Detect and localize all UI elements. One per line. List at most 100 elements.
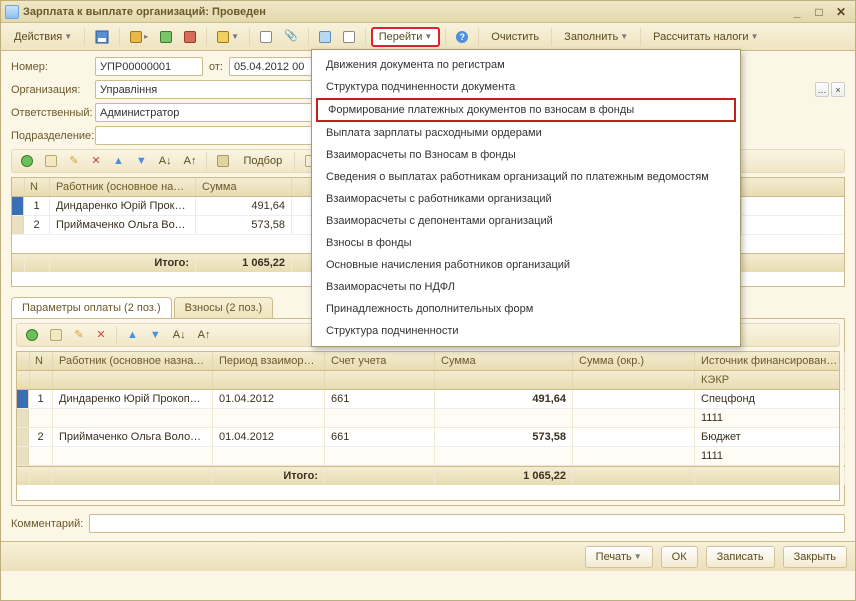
pencil-icon: ✎ [69, 156, 78, 167]
g2-add-button[interactable] [21, 325, 43, 345]
sort-asc-button[interactable]: A↓ [154, 151, 177, 171]
menu-item[interactable]: Формирование платежных документов по взн… [316, 98, 736, 122]
actions-menu-button[interactable]: Действия▼ [7, 27, 79, 47]
close-window-button[interactable]: ✕ [831, 4, 851, 20]
g2-col-src[interactable]: Источник финансирования [695, 352, 845, 370]
g2-col-emp[interactable]: Работник (основное назначение) [53, 352, 213, 370]
cell-employee: Диндаренко Юрій Прокоп... [50, 197, 196, 215]
total-label: Итого: [50, 254, 196, 272]
date-label: от: [209, 61, 223, 73]
g2-edit-button[interactable]: ✎ [69, 325, 89, 345]
cell-acc: 661 [325, 428, 435, 446]
basis-icon-button[interactable]: ▼ [212, 27, 244, 47]
g2-copy-button[interactable] [45, 325, 67, 345]
org-clear-button[interactable]: × [831, 82, 845, 97]
pick-button[interactable]: Подбор [236, 151, 289, 171]
close-button[interactable]: Закрыть [783, 546, 847, 568]
menu-item[interactable]: Структура подчиненности документа [312, 76, 740, 98]
menu-item[interactable]: Принадлежность дополнительных форм [312, 298, 740, 320]
g2-sort-desc-button[interactable]: A↑ [193, 325, 216, 345]
col-employee[interactable]: Работник (основное назн... [50, 178, 196, 196]
print-button[interactable]: Печать▼ [585, 546, 653, 568]
up-icon: ▲ [113, 156, 124, 167]
g2-total-label: Итого: [213, 467, 325, 485]
report-icon [260, 31, 272, 43]
fill-menu-button[interactable]: Заполнить▼ [557, 27, 635, 47]
post-icon-button[interactable] [155, 27, 177, 47]
comment-field[interactable] [89, 514, 845, 533]
cell-sum: 573,58 [435, 428, 573, 446]
menu-item[interactable]: Структура подчиненности [312, 320, 740, 342]
menu-item[interactable]: Взаиморасчеты с работниками организаций [312, 188, 740, 210]
save-button[interactable]: Записать [706, 546, 775, 568]
delete-row-button[interactable]: ✕ [86, 151, 106, 171]
g2-col-sum[interactable]: Сумма [435, 352, 573, 370]
cell-n: 1 [24, 197, 50, 215]
report-icon-button[interactable] [255, 27, 277, 47]
up-icon: ▲ [127, 330, 138, 341]
form-icon-button[interactable] [314, 27, 336, 47]
app-window: Зарплата к выплате организаций: Проведен… [0, 0, 856, 601]
org-select-button[interactable]: … [815, 82, 829, 97]
move-down-button[interactable]: ▼ [131, 151, 152, 171]
g2-col-acc[interactable]: Счет учета [325, 352, 435, 370]
table-subrow[interactable]: 1111 [17, 447, 839, 466]
move-up-button[interactable]: ▲ [108, 151, 129, 171]
goto-menu-button[interactable]: Перейти▼ [371, 27, 441, 47]
table-subrow[interactable]: 1111 [17, 409, 839, 428]
g2-col-period[interactable]: Период взаиморасчетов [213, 352, 325, 370]
table-row[interactable]: 2Приймаченко Ольга Володимирівна01.04.20… [17, 428, 839, 447]
floppy-icon [95, 30, 109, 44]
col-sum[interactable]: Сумма [196, 178, 292, 196]
maximize-button[interactable]: □ [809, 4, 829, 20]
row-marker [17, 428, 29, 446]
g2-sort-asc-button[interactable]: A↓ [168, 325, 191, 345]
col-n[interactable]: N [24, 178, 50, 196]
calc-taxes-menu-button[interactable]: Рассчитать налоги▼ [646, 27, 765, 47]
row-marker [12, 197, 24, 215]
menu-item[interactable]: Взаиморасчеты по Взносам в фонды [312, 144, 740, 166]
menu-item[interactable]: Взаиморасчеты по НДФЛ [312, 276, 740, 298]
tab-contrib[interactable]: Взносы (2 поз.) [174, 297, 274, 318]
unpost-icon-button[interactable] [179, 27, 201, 47]
ledger-icon-button[interactable]: ▸ [125, 27, 153, 47]
g2-delete-button[interactable]: ✕ [91, 325, 111, 345]
question-icon: ? [456, 31, 468, 43]
edit-row-button[interactable]: ✎ [64, 151, 84, 171]
ok-button[interactable]: ОК [661, 546, 698, 568]
g2-up-button[interactable]: ▲ [122, 325, 143, 345]
menu-item[interactable]: Основные начисления работников организац… [312, 254, 740, 276]
sort-desc-button[interactable]: A↑ [179, 151, 202, 171]
pick-icon-button[interactable] [212, 151, 234, 171]
g2-col-kekr[interactable]: КЭКР [695, 371, 845, 389]
add-row-button[interactable] [16, 151, 38, 171]
attach-icon-button[interactable]: 📎 [279, 27, 303, 47]
minimize-button[interactable]: _ [787, 4, 807, 20]
g2-col-n[interactable]: N [29, 352, 53, 370]
menu-item[interactable]: Взносы в фонды [312, 232, 740, 254]
copy-row-button[interactable] [40, 151, 62, 171]
number-label: Номер: [11, 61, 89, 73]
copy-icon [45, 155, 57, 167]
plus-icon [21, 155, 33, 167]
copy-icon [50, 329, 62, 341]
clear-button[interactable]: Очистить [484, 27, 546, 47]
menu-item[interactable]: Выплата зарплаты расходными ордерами [312, 122, 740, 144]
menu-item[interactable]: Взаиморасчеты с депонентами организаций [312, 210, 740, 232]
cell-n: 2 [29, 428, 53, 446]
save-icon-button[interactable] [90, 27, 114, 47]
dept-label: Подразделение: [11, 130, 89, 142]
cell-acc: 661 [325, 390, 435, 408]
cell-n: 1 [29, 390, 53, 408]
number-field[interactable]: УПР00000001 [95, 57, 203, 76]
g2-down-button[interactable]: ▼ [145, 325, 166, 345]
tab-params[interactable]: Параметры оплаты (2 поз.) [11, 297, 172, 318]
help-icon-button[interactable]: ? [451, 27, 473, 47]
table-row[interactable]: 1Диндаренко Юрій Прокопович01.04.2012661… [17, 390, 839, 409]
list-icon-button[interactable] [338, 27, 360, 47]
g2-col-sumr[interactable]: Сумма (окр.) [573, 352, 695, 370]
menu-item[interactable]: Движения документа по регистрам [312, 54, 740, 76]
comment-label: Комментарий: [11, 518, 83, 530]
sort-desc-icon: A↑ [198, 330, 211, 341]
menu-item[interactable]: Сведения о выплатах работникам организац… [312, 166, 740, 188]
